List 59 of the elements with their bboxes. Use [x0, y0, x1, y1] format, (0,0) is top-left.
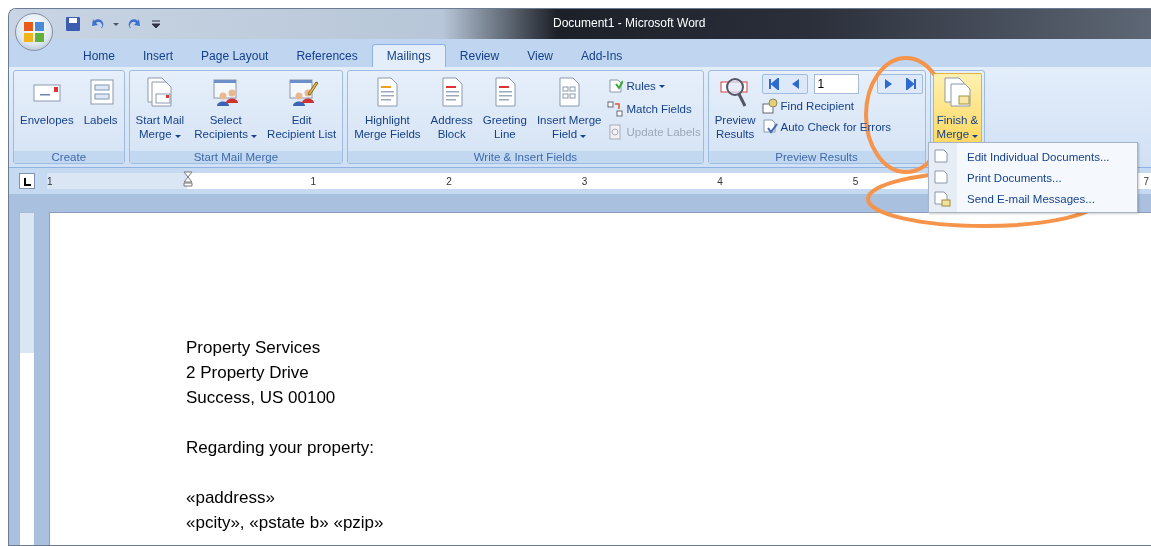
ribbon-button[interactable]: Envelopes — [16, 73, 78, 151]
document-text-line: Property Services — [186, 337, 322, 359]
group-label: Start Mail Merge — [129, 151, 343, 163]
group-label: Write & Insert Fields — [348, 151, 703, 163]
customize-toolbar-icon — [151, 19, 161, 29]
ribbon-button[interactable]: Edit Recipient List — [263, 73, 341, 151]
ruler-number: 2 — [446, 175, 452, 187]
ribbon-tab[interactable]: Home — [69, 45, 129, 67]
documents-merge-icon — [941, 76, 974, 108]
save-icon — [65, 16, 81, 32]
document-check-icon — [761, 119, 778, 135]
document-icon — [933, 147, 951, 166]
previous-icon — [791, 78, 801, 90]
ruler-number: 5 — [852, 175, 859, 187]
window-title: Document1 - Microsoft Word — [553, 16, 706, 30]
document-icon — [933, 168, 951, 187]
ribbon-tab[interactable]: Mailings — [371, 44, 446, 67]
tab-selector[interactable] — [19, 173, 35, 189]
ribbon-tab[interactable]: References — [282, 45, 372, 67]
document-icon — [933, 189, 951, 208]
ribbon-tab[interactable]: Add-Ins — [566, 45, 637, 67]
record-number-field[interactable]: 1 — [813, 74, 859, 94]
menu-item[interactable]: Send E-mail Messages... — [929, 188, 1137, 209]
ribbon-small-button[interactable]: Match Fields — [607, 100, 701, 118]
menu-item[interactable]: Print Documents... — [929, 167, 1137, 188]
office-logo-icon — [23, 21, 45, 43]
group-label: Preview Results — [708, 151, 925, 163]
ribbon-button[interactable]: Greeting Line — [478, 73, 531, 151]
document-text-line: Success, US 00100 — [186, 387, 337, 409]
tab-stop-icon — [22, 176, 32, 186]
document-text-line: Regarding your property: — [186, 437, 376, 459]
document-text-line: «pcity», «pstate b» «pzip» — [186, 512, 385, 534]
group-label: Create — [14, 151, 124, 163]
ruler-number: 7 — [1143, 175, 1149, 187]
ribbon-tab[interactable]: Review — [445, 45, 514, 67]
ribbon-small-button[interactable]: Find Recipient — [761, 97, 923, 115]
ribbon-button[interactable]: Highlight Merge Fields — [350, 73, 425, 151]
first-icon — [768, 78, 779, 90]
ribbon-button[interactable]: Labels — [79, 73, 122, 151]
ribbon-button[interactable]: Address Block — [426, 73, 477, 151]
ribbon-button[interactable]: Insert Merge Field — [532, 73, 606, 151]
ribbon-button[interactable]: Select Recipients — [190, 73, 262, 151]
ribbon-tab[interactable]: Page Layout — [187, 45, 283, 67]
ruler-number: 3 — [581, 175, 588, 187]
ribbon-tab[interactable]: View — [513, 45, 567, 67]
document-text-line: «paddress» — [186, 487, 276, 509]
ruler-number: 4 — [717, 175, 723, 187]
document-check-icon — [607, 78, 624, 94]
indent-marker-icon — [182, 171, 193, 187]
ribbon-tab[interactable]: Insert — [129, 45, 188, 67]
ruler-number: 1 — [310, 175, 317, 187]
document-text-line: 2 Property Drive — [186, 362, 310, 384]
dropdown-caret-icon — [113, 22, 119, 26]
ribbon-small-button[interactable]: Rules — [607, 77, 701, 95]
ruler-number: 1 — [47, 175, 53, 187]
next-icon — [884, 78, 894, 90]
last-icon — [905, 78, 916, 90]
ribbon-button[interactable]: Start Mail Merge — [131, 73, 189, 151]
ribbon-button[interactable]: Preview Results — [710, 73, 760, 151]
